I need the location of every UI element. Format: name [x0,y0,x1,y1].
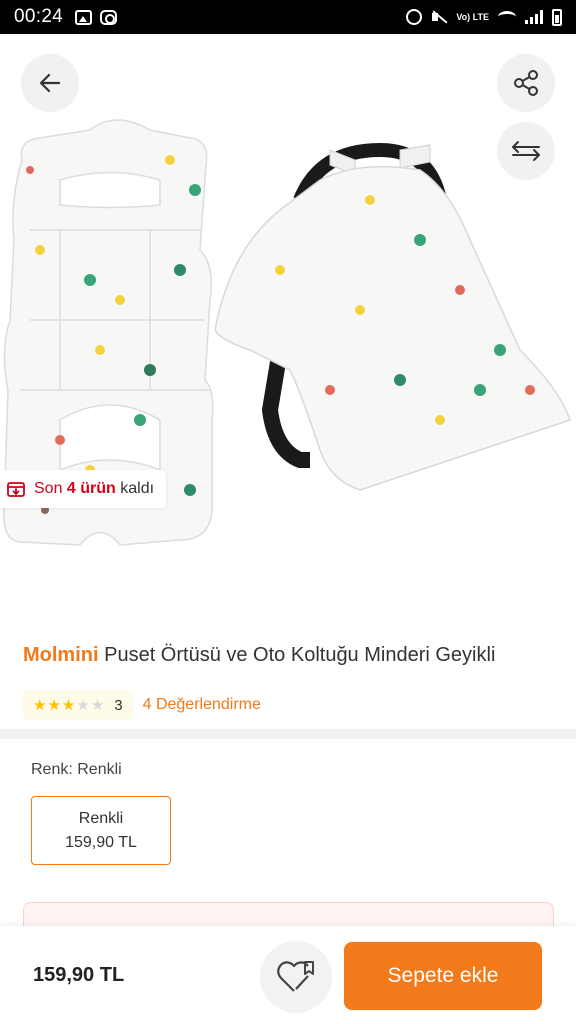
compare-button[interactable] [497,122,555,180]
variant-option-name: Renkli [78,809,124,827]
product-image [3,119,571,546]
product-detail-page: 00:24 Vo) LTE Son 4 ürün kaldı Molmini P… [0,0,576,1024]
alarm-icon [406,9,423,25]
star-empty-icon: ★ [76,696,90,714]
wifi-icon [498,11,516,23]
rating-row: ★ ★ ★ ★ ★ 3 4 Değerlendirme [23,690,261,720]
share-icon [514,70,538,96]
product-name: Puset Örtüsü ve Oto Koltuğu Minderi Geyi… [98,644,496,666]
star-empty-icon: ★ [90,696,105,714]
rating-summary[interactable]: ★ ★ ★ ★ ★ 3 [23,690,133,720]
mute-icon [431,10,447,24]
section-divider [0,729,576,739]
variant-label: Renk: Renkli [31,761,122,778]
reviews-link[interactable]: 4 Değerlendirme [143,696,261,714]
signal-icon [525,10,543,24]
lte-indicator: Vo) LTE [456,11,489,22]
variant-option-renkli[interactable]: Renkli 159,90 TL [31,796,171,865]
star-rating: ★ ★ ★ ★ ★ [33,698,104,713]
add-to-cart-button[interactable]: Sepete ekle [344,942,542,1010]
favorite-button[interactable] [260,941,332,1013]
share-button[interactable] [497,54,555,112]
bottom-action-bar: 159,90 TL Sepete ekle [0,926,576,1024]
back-button[interactable] [21,54,79,112]
gallery-icon [75,9,93,25]
stock-badge: Son 4 ürün kaldı [0,470,167,508]
star-filled-icon: ★ [47,696,61,714]
instagram-icon [100,9,118,25]
variant-option-price: 159,90 TL [65,833,137,851]
rating-value: 3 [114,696,123,714]
product-title: Molmini Puset Örtüsü ve Oto Koltuğu Mind… [23,640,563,670]
heart-icon [277,961,314,992]
box-icon [7,482,25,497]
stock-suffix: kaldı [115,480,155,497]
status-time: 00:24 [14,6,64,27]
stock-prefix: Son [34,480,67,497]
battery-icon [552,8,562,26]
swap-arrows-icon [512,141,540,161]
star-filled-icon: ★ [33,696,47,714]
product-image-gallery[interactable]: Son 4 ürün kaldı [0,34,576,624]
status-bar: 00:24 Vo) LTE [0,0,576,34]
bottom-price: 159,90 TL [33,964,125,986]
star-filled-icon: ★ [61,696,76,714]
brand-name[interactable]: Molmini [23,644,99,666]
stock-count: 4 ürün [66,480,116,497]
arrow-left-icon [39,73,61,93]
